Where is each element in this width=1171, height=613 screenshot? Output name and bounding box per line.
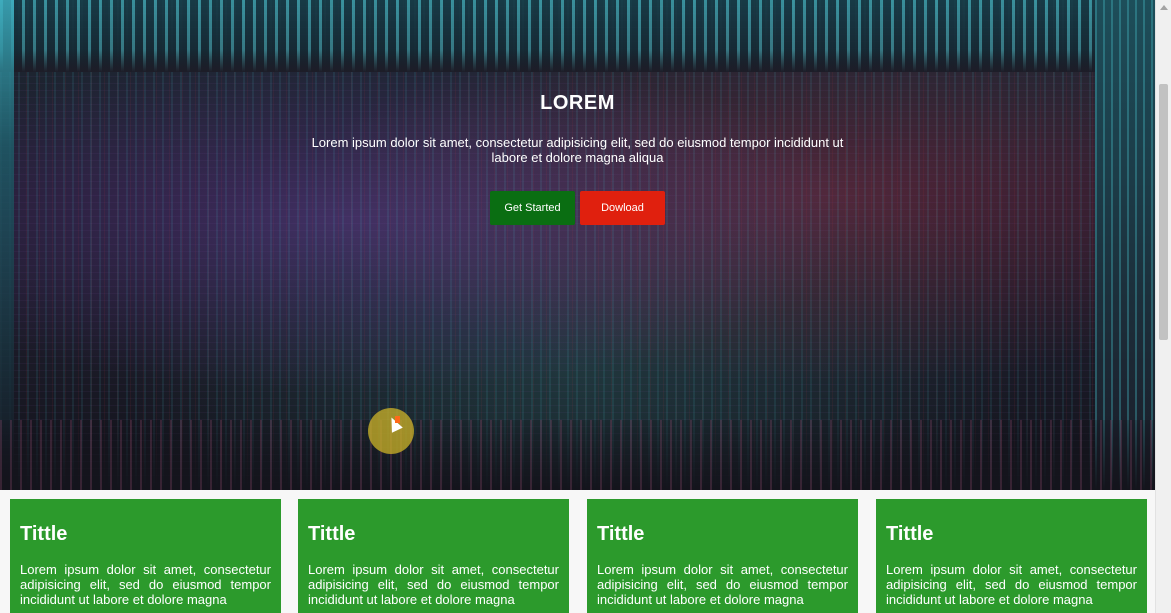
scroll-up-arrow-icon[interactable] [1160,5,1168,10]
hero-background-bottom [0,420,1155,490]
scrollbar-thumb[interactable] [1159,84,1168,340]
card-text: Lorem ipsum dolor sit amet, consectetur … [597,562,848,607]
hero-buttons: Get Started Dowload [0,191,1155,225]
card-title: Tittle [597,523,645,545]
get-started-button[interactable]: Get Started [490,191,575,225]
card-text: Lorem ipsum dolor sit amet, consectetur … [308,562,559,607]
card: Tittle Lorem ipsum dolor sit amet, conse… [298,499,569,613]
cards-section: Tittle Lorem ipsum dolor sit amet, conse… [0,490,1155,613]
cursor-marker-icon [395,416,400,423]
download-button[interactable]: Dowload [580,191,665,225]
hero-description: Lorem ipsum dolor sit amet, consectetur … [311,135,844,165]
hero-title: LOREM [540,92,615,114]
card: Tittle Lorem ipsum dolor sit amet, conse… [876,499,1147,613]
card-text: Lorem ipsum dolor sit amet, consectetur … [20,562,271,607]
card: Tittle Lorem ipsum dolor sit amet, conse… [10,499,281,613]
hero-content: LOREM Lorem ipsum dolor sit amet, consec… [0,0,1155,225]
vertical-scrollbar[interactable] [1155,0,1171,613]
card: Tittle Lorem ipsum dolor sit amet, conse… [587,499,858,613]
page: LOREM Lorem ipsum dolor sit amet, consec… [0,0,1171,613]
card-title: Tittle [20,523,68,545]
card-text: Lorem ipsum dolor sit amet, consectetur … [886,562,1137,607]
hero-section: LOREM Lorem ipsum dolor sit amet, consec… [0,0,1155,490]
card-title: Tittle [308,523,356,545]
card-title: Tittle [886,523,934,545]
